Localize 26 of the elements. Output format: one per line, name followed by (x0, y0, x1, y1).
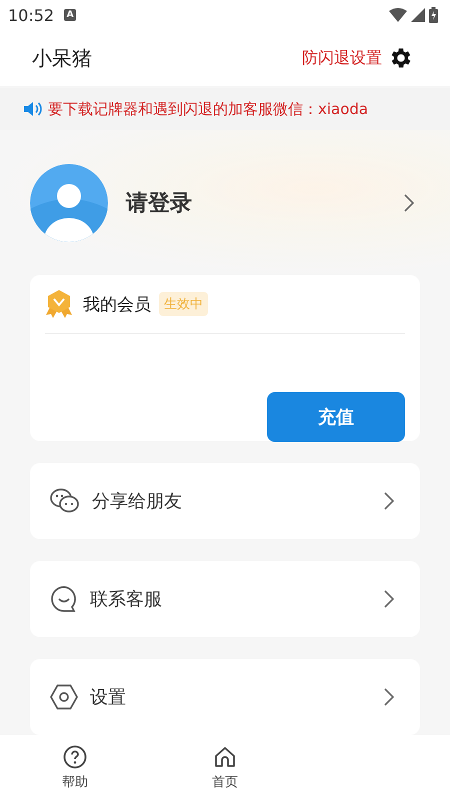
app-title: 小呆猪 (32, 44, 93, 72)
signal-icon (411, 8, 425, 22)
status-time: 10:52 (8, 6, 54, 24)
notification-icon: A (64, 9, 76, 21)
notice-text: 要下载记牌器和遇到闪退的加客服微信：xiaoda (48, 100, 368, 118)
chevron-icon (384, 688, 394, 706)
recharge-button[interactable]: 充值 (267, 392, 405, 442)
chevron-icon (384, 590, 394, 608)
battery-icon (429, 7, 438, 23)
tab-help[interactable]: 帮助 (0, 735, 150, 800)
wifi-icon (389, 8, 407, 22)
membership-status: 生效中 (159, 292, 208, 316)
smile-bubble-icon (50, 585, 78, 613)
tab-home[interactable]: 首页 (150, 735, 300, 800)
chevron-icon (384, 492, 394, 510)
home-icon (213, 744, 237, 768)
membership-title: 我的会员 (83, 294, 151, 316)
anti-crash-settings-link[interactable]: 防闪退设置 (302, 48, 382, 68)
avatar-icon[interactable] (30, 164, 108, 242)
chevron-icon (404, 194, 414, 212)
medal-icon (45, 289, 73, 319)
hexagon-nut-icon (50, 684, 78, 710)
speaker-icon (24, 101, 42, 117)
login-prompt[interactable]: 请登录 (126, 188, 404, 218)
chat-bubbles-icon (50, 488, 80, 514)
help-icon (63, 744, 87, 768)
